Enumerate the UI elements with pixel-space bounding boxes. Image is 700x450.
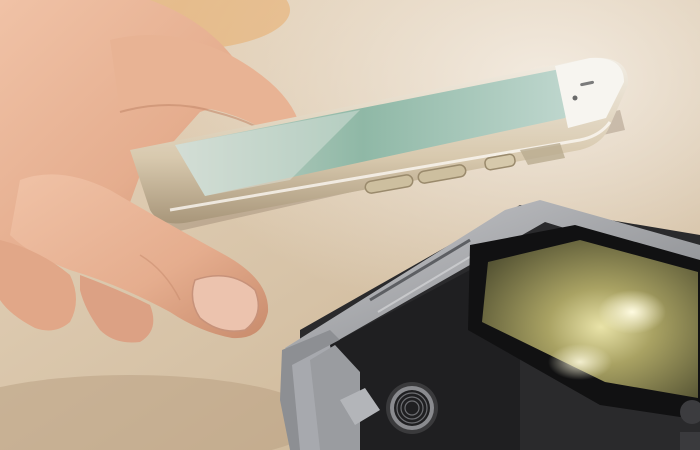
photo-scene xyxy=(0,0,700,450)
front-camera-icon xyxy=(572,95,578,101)
photo-illustration xyxy=(0,0,700,450)
